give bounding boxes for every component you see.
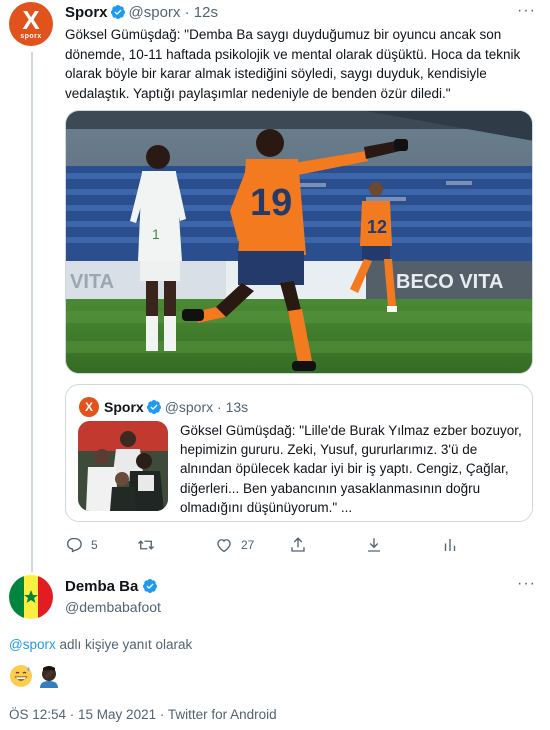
ad-board-left-text: VITA bbox=[70, 271, 114, 293]
author-name[interactable]: Sporx bbox=[65, 4, 108, 21]
reply-count: 5 bbox=[91, 538, 98, 552]
quoted-tweet-thumbnail[interactable] bbox=[78, 421, 168, 511]
share-icon bbox=[291, 537, 305, 552]
opponent-player-number: 1 bbox=[152, 226, 160, 242]
more-options-icon[interactable]: ··· bbox=[517, 2, 536, 20]
quoted-tweet-header: Sporx @sporx · 13s bbox=[104, 399, 249, 415]
download-icon bbox=[368, 538, 380, 552]
verified-badge-icon bbox=[146, 400, 161, 414]
tweet-time[interactable]: 12s bbox=[194, 4, 218, 21]
ad-board-right-text: BECO VITA bbox=[396, 271, 503, 293]
reply-author-name[interactable]: Demba Ba bbox=[65, 578, 161, 596]
quoted-tweet-text: Göksel Gümüşdağ: "Lille'de Burak Yılmaz … bbox=[180, 423, 522, 515]
reply-button[interactable]: 5 bbox=[65, 534, 98, 556]
sporx-avatar[interactable]: X sporx bbox=[9, 2, 53, 46]
reply-to-suffix: adlı kişiye yanıt olarak bbox=[55, 637, 193, 652]
tweet-text: Göksel Gümüşdağ: "Demba Ba saygı duyduğu… bbox=[65, 27, 521, 101]
grinning-sweat-face-icon bbox=[10, 665, 32, 687]
senegal-flag-avatar bbox=[9, 575, 53, 619]
retweet-icon bbox=[138, 540, 154, 550]
sporx-logo-text: sporx bbox=[20, 33, 42, 40]
match-photo-illustration: VITA BECO VITA 12 1 19 bbox=[66, 111, 532, 373]
quoted-author-name[interactable]: Sporx bbox=[104, 399, 144, 415]
heart-icon bbox=[217, 539, 231, 553]
sporx-logo-mark: X bbox=[22, 5, 40, 35]
reply-emoji-content bbox=[9, 664, 61, 688]
analytics-icon bbox=[444, 539, 456, 551]
quoted-author-avatar[interactable]: X bbox=[79, 397, 99, 417]
team-photo-thumbnail bbox=[78, 421, 168, 511]
reply-author-name-text: Demba Ba bbox=[65, 578, 139, 595]
like-button[interactable]: 27 bbox=[215, 534, 254, 556]
reply-context: @sporx adlı kişiye yanıt olarak bbox=[9, 636, 192, 654]
quoted-tweet[interactable]: X Sporx @sporx · 13s Göksel Gümüşdağ: "Li… bbox=[65, 384, 533, 522]
tweet-photo[interactable]: VITA BECO VITA 12 1 19 bbox=[65, 110, 533, 374]
reply-author-handle[interactable]: @dembabafoot bbox=[65, 598, 161, 616]
tweet-timestamp[interactable]: ÖS 12:54 · 15 May 2021 · Twitter for And… bbox=[9, 706, 277, 724]
man-facepalming-icon bbox=[40, 666, 58, 688]
like-count: 27 bbox=[241, 538, 255, 552]
quoted-author-handle[interactable]: @sporx bbox=[165, 399, 213, 415]
reply-icon bbox=[66, 537, 82, 553]
share-button[interactable] bbox=[289, 534, 307, 556]
download-button[interactable] bbox=[365, 534, 383, 556]
more-options-icon[interactable]: ··· bbox=[517, 575, 536, 593]
author-handle[interactable]: @sporx bbox=[129, 4, 181, 21]
main-player-number: 19 bbox=[250, 182, 292, 224]
quoted-tweet-time[interactable]: 13s bbox=[226, 399, 249, 415]
demba-ba-avatar[interactable] bbox=[9, 575, 53, 619]
verified-badge-icon bbox=[143, 579, 158, 593]
reply-to-link[interactable]: @sporx bbox=[9, 637, 56, 652]
retweet-button[interactable] bbox=[137, 534, 163, 556]
analytics-button[interactable] bbox=[441, 534, 459, 556]
thread-connector-line bbox=[31, 52, 33, 572]
tweet-action-bar: 5 27 bbox=[65, 534, 535, 556]
background-player-number: 12 bbox=[367, 217, 387, 237]
verified-badge-icon bbox=[110, 5, 125, 19]
tweet-header: Sporx @sporx · 12s bbox=[65, 4, 218, 21]
